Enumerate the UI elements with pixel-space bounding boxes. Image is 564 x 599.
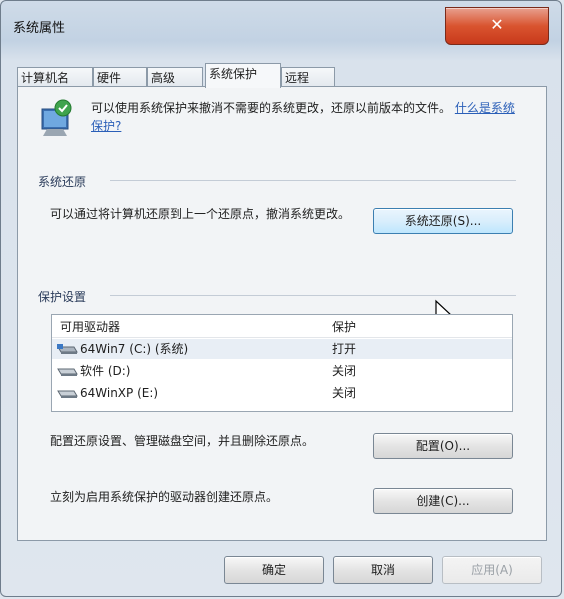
configure-button[interactable]: 配置(O)... [373, 433, 513, 459]
tab-advanced[interactable]: 高级 [147, 67, 203, 87]
cancel-button[interactable]: 取消 [333, 556, 433, 584]
divider [110, 295, 516, 296]
drive-name: 64WinXP (E:) [80, 386, 159, 400]
column-header-protection[interactable]: 保护 [332, 318, 356, 335]
system-restore-button[interactable]: 系统还原(S)... [373, 208, 513, 234]
ok-button[interactable]: 确定 [224, 556, 324, 584]
tab-remote[interactable]: 远程 [281, 67, 335, 87]
drive-row[interactable]: 软件 (D:) 关闭 [52, 361, 512, 381]
drive-protection-status: 关闭 [332, 364, 357, 378]
tab-hardware[interactable]: 硬件 [93, 67, 147, 87]
create-description: 立刻为启用系统保护的驱动器创建还原点。 [50, 490, 279, 504]
system-restore-group-title: 系统还原 [38, 175, 87, 189]
drive-name: 软件 (D:) [80, 364, 131, 378]
configure-description: 配置还原设置、管理磁盘空间，并且删除还原点。 [50, 434, 315, 448]
divider [110, 180, 516, 181]
system-protection-panel: 可以使用系统保护来撤消不需要的系统更改，还原以前版本的文件。 什么是系统保护? … [17, 86, 547, 541]
close-icon: ✕ [490, 15, 504, 34]
drive-name: 64Win7 (C:) (系统) [80, 342, 189, 356]
list-header: 可用驱动器 保护 [52, 315, 512, 338]
tab-computer-name[interactable]: 计算机名 [17, 67, 93, 87]
tab-system-protection[interactable]: 系统保护 [205, 63, 281, 88]
drive-list[interactable]: 可用驱动器 保护 64Win7 (C:) (系统) 打开 软件 (D:) 关闭 [51, 314, 513, 412]
system-drive-icon [57, 344, 78, 354]
drive-row[interactable]: 64WinXP (E:) 关闭 [52, 383, 512, 403]
title-bar[interactable]: 系统属性 ✕ [1, 1, 561, 53]
drive-row[interactable]: 64Win7 (C:) (系统) 打开 [52, 339, 512, 359]
close-button[interactable]: ✕ [445, 7, 549, 45]
apply-button[interactable]: 应用(A) [442, 556, 542, 584]
window-title: 系统属性 [13, 21, 66, 36]
intro-description: 可以使用系统保护来撤消不需要的系统更改，还原以前版本的文件。 什么是系统保护? [91, 99, 521, 135]
system-properties-window: 系统属性 ✕ 计算机名 硬件 高级 系统保护 远程 可以使用系统保护来撤消不需要… [0, 0, 562, 597]
drive-icon [57, 390, 78, 398]
system-restore-description: 可以通过将计算机还原到上一个还原点，撤消系统更改。 [50, 207, 351, 221]
create-button[interactable]: 创建(C)... [373, 488, 513, 514]
protection-settings-group-title: 保护设置 [38, 290, 87, 304]
intro-text: 可以使用系统保护来撤消不需要的系统更改，还原以前版本的文件。 [91, 101, 452, 115]
drive-icon [57, 368, 78, 376]
column-header-drive[interactable]: 可用驱动器 [60, 318, 120, 335]
drive-protection-status: 打开 [332, 342, 357, 356]
drive-protection-status: 关闭 [332, 386, 357, 400]
system-protection-icon [41, 99, 72, 136]
